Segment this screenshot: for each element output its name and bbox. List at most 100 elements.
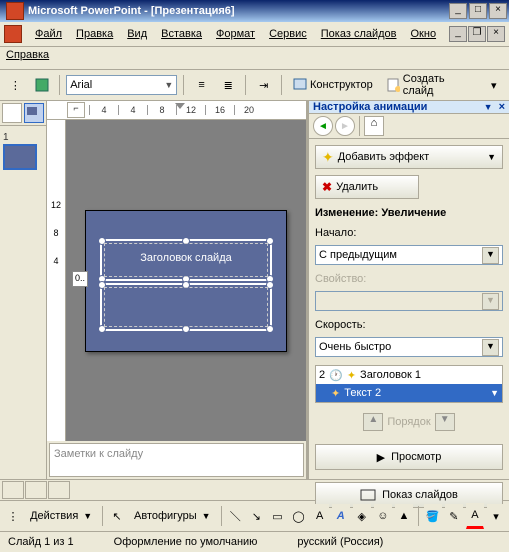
title-placeholder[interactable]: Заголовок слайда xyxy=(104,243,268,277)
app-menu-icon[interactable] xyxy=(4,25,22,43)
tab-selector-icon[interactable]: ⌐ xyxy=(67,102,85,118)
thumbnails-tab-icon[interactable] xyxy=(24,103,44,123)
effect-item[interactable]: 2 🕐 ✦ Заголовок 1 xyxy=(316,366,502,384)
indent-marker-icon[interactable] xyxy=(175,103,185,109)
chevron-down-icon: ▼ xyxy=(482,339,499,356)
textbox-icon[interactable]: A xyxy=(311,504,329,528)
menu-slideshow[interactable]: Показ слайдов xyxy=(314,28,404,40)
horizontal-ruler[interactable]: ⌐ 4 4 8 12 16 20 xyxy=(47,101,306,120)
menu-help[interactable]: Справка xyxy=(6,49,49,61)
menu-insert[interactable]: Вставка xyxy=(154,28,209,40)
select-icon[interactable]: ↖ xyxy=(108,504,126,528)
formatting-toolbar: ⋮ Arial ▼ ≡ ≣ ⇥ Конструктор Создать слай… xyxy=(0,70,509,101)
bullets-icon[interactable]: ≡ xyxy=(190,73,213,97)
thumb-number: 1 xyxy=(3,132,9,143)
new-slide-button[interactable]: Создать слайд xyxy=(382,73,479,97)
font-name: Arial xyxy=(70,79,92,91)
order-controls: ▲ Порядок ▼ xyxy=(315,409,503,435)
content-placeholder[interactable] xyxy=(104,287,268,327)
toolbar-overflow-icon[interactable]: ▾ xyxy=(482,73,505,97)
start-combo[interactable]: С предыдущим ▼ xyxy=(315,245,503,265)
timing-icon: 🕐 xyxy=(329,369,343,382)
actions-menu[interactable]: Действия▼ xyxy=(25,504,97,528)
toolbar-overflow-icon[interactable]: ▾ xyxy=(487,504,505,528)
effect-star-icon: ✦ xyxy=(347,369,356,382)
clipart-icon[interactable]: ☺ xyxy=(374,504,392,528)
normal-view-icon[interactable] xyxy=(2,481,24,499)
slide-thumbnail[interactable] xyxy=(3,144,37,170)
chevron-down-icon: ▼ xyxy=(164,80,173,90)
remove-effect-button[interactable]: ✖ Удалить xyxy=(315,175,419,199)
move-up-icon[interactable]: ▲ xyxy=(363,413,383,431)
font-color-icon[interactable]: A xyxy=(466,503,484,529)
autoshapes-menu[interactable]: Автофигуры▼ xyxy=(129,504,216,528)
menu-view[interactable]: Вид xyxy=(120,28,154,40)
home-icon[interactable]: ⌂ xyxy=(364,116,384,136)
wordart-icon[interactable]: A xyxy=(332,504,350,528)
window-title: Microsoft PowerPoint - [Презентация6] xyxy=(28,5,235,17)
effect-star-icon: ✦ xyxy=(331,387,340,400)
font-combo[interactable]: Arial ▼ xyxy=(66,75,177,95)
menu-format[interactable]: Формат xyxy=(209,28,262,40)
add-effect-button[interactable]: ✦ Добавить эффект ▼ xyxy=(315,145,503,169)
menu-window[interactable]: Окно xyxy=(404,28,444,40)
chevron-down-icon: ▼ xyxy=(487,152,496,162)
status-bar: Слайд 1 из 1 Оформление по умолчанию рус… xyxy=(0,531,509,552)
status-lang: русский (Россия) xyxy=(297,536,383,548)
new-slide-icon xyxy=(387,78,400,92)
play-icon: ▶ xyxy=(377,451,385,464)
toolbar-handle-icon[interactable]: ⋮ xyxy=(4,504,22,528)
doc-restore-button[interactable]: ❐ xyxy=(468,26,486,42)
line-color-icon[interactable]: ✎ xyxy=(445,504,463,528)
menu-file[interactable]: Файл xyxy=(28,28,69,40)
move-down-icon[interactable]: ▼ xyxy=(435,413,455,431)
rectangle-icon[interactable]: ▭ xyxy=(268,504,286,528)
outline-tab-icon[interactable] xyxy=(2,103,22,123)
doc-minimize-button[interactable]: _ xyxy=(449,26,467,42)
oval-icon[interactable]: ◯ xyxy=(290,504,308,528)
menu-tools[interactable]: Сервис xyxy=(262,28,314,40)
arrow-icon[interactable]: ↘ xyxy=(247,504,265,528)
menu-bar: Файл Правка Вид Вставка Формат Сервис По… xyxy=(0,22,509,47)
change-label: Изменение: Увеличение xyxy=(315,207,503,219)
toolbar-handle-icon[interactable]: ⋮ xyxy=(4,73,27,97)
doc-close-button[interactable]: × xyxy=(487,26,505,42)
slideshow-view-icon[interactable] xyxy=(48,481,70,499)
delete-icon: ✖ xyxy=(322,180,332,194)
drawing-toolbar: ⋮ Действия▼ ↖ Автофигуры▼ ＼ ↘ ▭ ◯ A A ◈ … xyxy=(0,500,509,531)
star-icon: ✦ xyxy=(322,149,334,166)
line-icon[interactable]: ＼ xyxy=(226,504,244,528)
indent-icon[interactable]: ⇥ xyxy=(252,73,275,97)
task-pane-menu-icon[interactable]: ▼ xyxy=(484,102,493,112)
speed-combo[interactable]: Очень быстро ▼ xyxy=(315,337,503,357)
nav-forward-icon[interactable]: ► xyxy=(335,116,355,136)
animation-tag[interactable]: 0.. xyxy=(72,271,88,287)
task-pane-close-icon[interactable]: × xyxy=(499,101,505,113)
fill-color-icon[interactable]: 🪣 xyxy=(424,504,442,528)
designer-icon xyxy=(293,78,307,92)
designer-button[interactable]: Конструктор xyxy=(288,73,378,97)
effect-item-selected[interactable]: ✦ Текст 2 ▼ xyxy=(316,384,502,402)
slide-canvas[interactable]: 0.. Заголовок слайда xyxy=(66,120,306,441)
chevron-down-icon: ▼ xyxy=(482,293,499,310)
task-pane-header: Настройка анимации ▼ × xyxy=(309,101,509,114)
chevron-down-icon[interactable]: ▼ xyxy=(490,388,499,398)
chevron-down-icon: ▼ xyxy=(482,247,499,264)
numbering-icon[interactable]: ≣ xyxy=(217,73,240,97)
save-icon[interactable] xyxy=(31,73,54,97)
sorter-view-icon[interactable] xyxy=(25,481,47,499)
vertical-ruler[interactable]: 12 8 4 xyxy=(47,120,66,441)
maximize-button[interactable]: □ xyxy=(469,3,487,19)
minimize-button[interactable]: _ xyxy=(449,3,467,19)
menu-help-row: Справка xyxy=(0,47,509,70)
slide[interactable]: 0.. Заголовок слайда xyxy=(85,210,287,352)
menu-edit[interactable]: Правка xyxy=(69,28,120,40)
close-button[interactable]: × xyxy=(489,3,507,19)
slide-editor: ⌐ 4 4 8 12 16 20 12 8 4 0.. xyxy=(47,101,306,479)
effect-list[interactable]: 2 🕐 ✦ Заголовок 1 ✦ Текст 2 ▼ xyxy=(315,365,503,403)
nav-back-icon[interactable]: ◄ xyxy=(313,116,333,136)
notes-pane[interactable]: Заметки к слайду xyxy=(49,443,304,477)
picture-icon[interactable]: ▲ xyxy=(395,504,413,528)
diagram-icon[interactable]: ◈ xyxy=(353,504,371,528)
preview-button[interactable]: ▶ Просмотр xyxy=(315,444,503,470)
